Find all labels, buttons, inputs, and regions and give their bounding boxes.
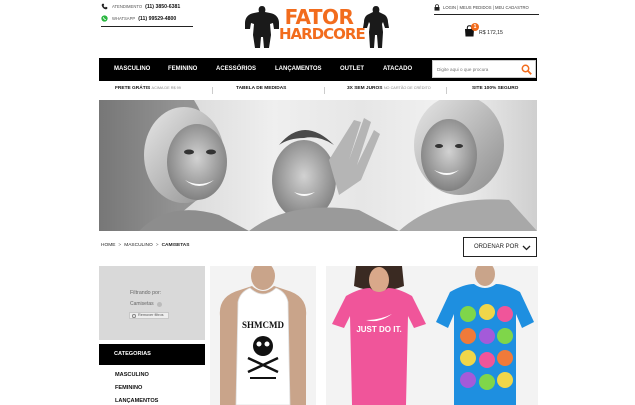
info-text: 3X SEM JUROS xyxy=(347,86,383,91)
nav-acessorios[interactable]: ACESSÓRIOS xyxy=(216,66,256,72)
remove-filter-icon[interactable] xyxy=(156,301,162,307)
nav-atacado[interactable]: ATACADO xyxy=(383,66,412,72)
info-text: TABELA DE MEDIDAS xyxy=(236,86,287,91)
search-icon[interactable] xyxy=(521,64,532,75)
breadcrumb-separator: > xyxy=(118,243,122,248)
clear-filters-button[interactable]: Remover filtros xyxy=(129,312,169,319)
info-divider xyxy=(324,87,325,94)
nav-feminino[interactable]: FEMININO xyxy=(168,66,197,72)
info-text: SITE 100% SEGURO xyxy=(472,86,519,91)
phone-label: ATENDIMENTO xyxy=(112,4,143,9)
breadcrumb: HOME > MASCULINO > CAMISETAS xyxy=(101,243,189,248)
logo-wordmark: FATOR HARDCORE xyxy=(279,5,366,43)
pink-tee-print-text: JUST DO IT. xyxy=(356,325,401,334)
category-feminino[interactable]: FEMININO xyxy=(115,385,142,391)
site-logo[interactable]: FATOR HARDCORE xyxy=(243,5,391,49)
cart-button[interactable]: 1 R$ 172,15 xyxy=(462,22,522,38)
info-bar: FRETE GRÁTIS ACIMA DE R$ 99 TABELA DE ME… xyxy=(99,86,537,96)
lock-icon xyxy=(434,4,440,11)
info-subtext: NO CARTÃO DE CRÉDITO xyxy=(383,86,431,90)
info-installments[interactable]: 3X SEM JUROS NO CARTÃO DE CRÉDITO xyxy=(347,86,431,91)
contact-whatsapp[interactable]: WHATSAPP (11) 99529-4800 xyxy=(101,14,193,23)
info-secure-site[interactable]: SITE 100% SEGURO xyxy=(472,86,518,91)
register-link[interactable]: MEU CADASTRO xyxy=(495,5,529,10)
clear-icon xyxy=(132,314,136,318)
login-link[interactable]: LOGIN xyxy=(443,5,456,10)
whatsapp-number: (11) 99529-4800 xyxy=(138,15,177,22)
nav-outlet[interactable]: OUTLET xyxy=(340,66,364,72)
chevron-down-icon xyxy=(522,245,531,251)
whatsapp-label: WHATSAPP xyxy=(112,16,136,21)
contact-info: ATENDIMENTO (11) 3850-6381 WHATSAPP (11)… xyxy=(101,2,193,27)
clear-filters-label: Remover filtros xyxy=(138,313,164,317)
filter-tag-label: Camisetas xyxy=(130,301,154,307)
breadcrumb-separator: > xyxy=(155,243,159,248)
whatsapp-icon xyxy=(101,15,108,22)
logo-line1: FATOR xyxy=(284,5,354,29)
filter-title: Filtrando por: xyxy=(130,290,162,296)
breadcrumb-current: CAMISETAS xyxy=(161,243,190,248)
cart-count-badge: 1 xyxy=(471,23,479,31)
product-card-pink-tee[interactable]: JUST DO IT. xyxy=(326,266,432,405)
orders-link[interactable]: MEUS PEDIDOS xyxy=(459,5,491,10)
categories-title: CATEGORIAS xyxy=(114,351,151,357)
product-image: JUST DO IT. xyxy=(326,266,432,405)
tank-print-text: SHMCMD xyxy=(242,320,284,330)
nav-lancamentos[interactable]: LANÇAMENTOS xyxy=(275,66,322,72)
info-text: FRETE GRÁTIS xyxy=(115,86,151,91)
filter-tag-camisetas[interactable]: Camisetas xyxy=(130,301,162,307)
product-card-skull-tee[interactable] xyxy=(432,266,538,405)
product-image: SHMCMD xyxy=(210,266,316,405)
phone-icon xyxy=(101,3,108,10)
active-filters-panel: Filtrando por: Camisetas Remover filtros xyxy=(99,266,205,340)
breadcrumb-home[interactable]: HOME xyxy=(101,243,115,248)
account-links: LOGIN | MEUS PEDIDOS | MEU CADASTRO xyxy=(434,3,539,15)
contact-divider xyxy=(101,26,193,27)
search-input[interactable] xyxy=(437,65,517,74)
info-divider xyxy=(446,87,447,94)
search-box xyxy=(432,60,536,78)
categories-header: CATEGORIAS xyxy=(99,344,205,365)
sort-dropdown[interactable]: ORDENAR POR xyxy=(463,237,537,257)
info-free-shipping[interactable]: FRETE GRÁTIS ACIMA DE R$ 99 xyxy=(115,86,181,91)
product-image xyxy=(432,266,538,405)
category-lancamentos[interactable]: LANÇAMENTOS xyxy=(115,398,158,404)
hero-banner[interactable] xyxy=(99,100,537,231)
info-divider xyxy=(212,87,213,94)
phone-number: (11) 3850-6381 xyxy=(145,3,181,10)
category-masculino[interactable]: MASCULINO xyxy=(115,372,149,378)
info-size-chart[interactable]: TABELA DE MEDIDAS xyxy=(236,86,286,91)
nav-masculino[interactable]: MASCULINO xyxy=(114,66,150,72)
banner-photo xyxy=(99,100,537,231)
info-subtext: ACIMA DE R$ 99 xyxy=(151,86,181,90)
bodybuilder-silhouette-icon xyxy=(245,6,279,48)
product-card-tank-top[interactable]: SHMCMD xyxy=(210,266,316,405)
cart-total: R$ 172,15 xyxy=(479,30,503,36)
fitness-woman-silhouette-icon xyxy=(363,6,389,48)
sort-label: ORDENAR POR xyxy=(474,244,519,250)
breadcrumb-masculino[interactable]: MASCULINO xyxy=(124,243,153,248)
account-divider xyxy=(434,14,539,15)
contact-phone[interactable]: ATENDIMENTO (11) 3850-6381 xyxy=(101,2,193,11)
logo-line2: HARDCORE xyxy=(279,25,366,43)
